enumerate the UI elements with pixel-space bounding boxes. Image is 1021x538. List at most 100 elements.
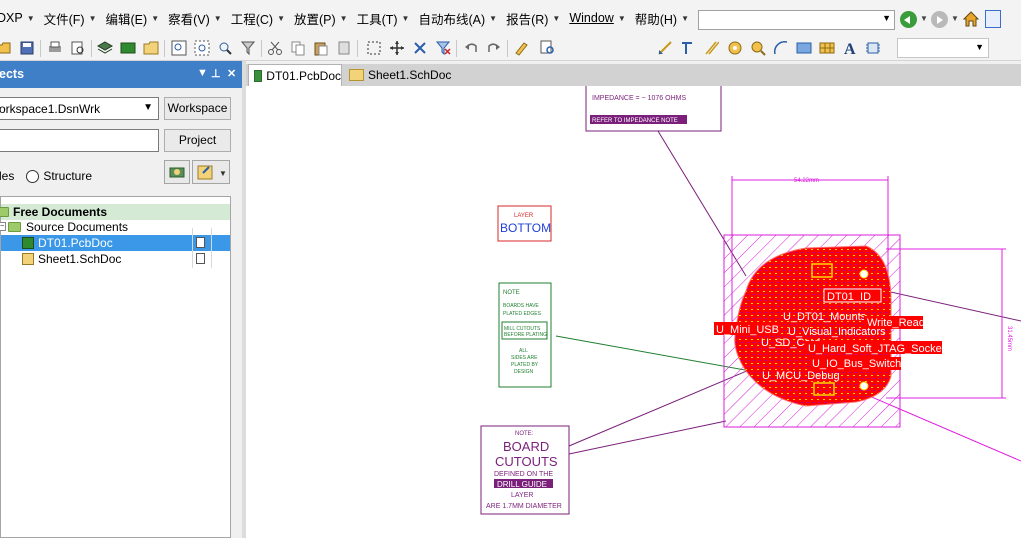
interactive-route-icon[interactable] xyxy=(657,40,673,56)
project-options-glyph xyxy=(169,167,185,178)
menu-dxp[interactable]: DXP ▼ xyxy=(0,11,40,25)
cutout-layer-label: LAYER xyxy=(511,492,533,499)
string-text-icon[interactable]: A xyxy=(842,40,858,56)
menu-tools[interactable]: 工具(T) ▼ xyxy=(357,9,415,28)
paste-icon[interactable] xyxy=(313,40,329,56)
menu-label: 工具(T) xyxy=(356,12,398,27)
home-icon[interactable] xyxy=(962,10,980,28)
component-label[interactable]: DT01_ID xyxy=(827,291,871,303)
panel-menu-icon[interactable]: ▼ xyxy=(197,67,208,79)
pad-icon[interactable] xyxy=(727,40,743,56)
pin-icon[interactable]: ⊥ xyxy=(211,67,221,80)
zoom-area-icon[interactable] xyxy=(194,40,210,56)
tab-sch[interactable]: Sheet1.SchDoc xyxy=(344,64,454,86)
menu-edit[interactable]: 编辑(E) ▼ xyxy=(106,9,165,28)
toolbar-combo[interactable]: ▼ xyxy=(897,38,989,58)
menu-label: 报告(R) xyxy=(506,12,549,27)
menu-dropdown-icon: ▼ xyxy=(151,13,160,23)
workspace-button[interactable]: Workspace xyxy=(164,97,231,120)
menu-dropdown-icon: ▼ xyxy=(489,13,498,23)
component-icon[interactable] xyxy=(865,40,881,56)
print-preview-icon[interactable] xyxy=(70,40,86,56)
menu-file[interactable]: 文件(F) ▼ xyxy=(44,9,102,28)
chevron-down-icon[interactable]: ▼ xyxy=(951,14,959,23)
menu-label: 帮助(H) xyxy=(634,12,678,27)
menu-label: 编辑(E) xyxy=(105,12,148,27)
forward-arrow-icon[interactable] xyxy=(931,11,948,28)
cutout-cutouts-label: CUTOUTS xyxy=(495,454,558,469)
menu-autoroute[interactable]: 自动布线(A) ▼ xyxy=(418,9,502,28)
open-document-icon[interactable]: ▼ xyxy=(192,160,230,184)
component-label[interactable]: U_Hard_Soft_JTAG_Socket xyxy=(808,343,945,355)
undo-icon[interactable] xyxy=(463,40,479,56)
chevron-down-icon: ▼ xyxy=(882,13,891,23)
note-line3: ALL xyxy=(519,348,528,354)
folder-icon[interactable] xyxy=(143,40,159,56)
menu-dropdown-icon: ▼ xyxy=(277,13,285,23)
clear-filter-icon[interactable] xyxy=(435,40,451,56)
dimension-top: 54.22mm xyxy=(794,178,819,184)
board-icon[interactable] xyxy=(120,40,136,56)
zoom-fit-icon[interactable] xyxy=(171,40,187,56)
cut-icon[interactable] xyxy=(267,40,283,56)
pcb-canvas[interactable]: IMPEDANCE = ~ 1076 OHMS REFER TO IMPEDAN… xyxy=(246,86,1021,538)
arc-icon[interactable] xyxy=(773,40,789,56)
back-arrow-icon[interactable] xyxy=(900,11,917,28)
chevron-down-icon[interactable]: ▼ xyxy=(920,14,928,23)
print-icon[interactable] xyxy=(47,40,63,56)
address-combo[interactable]: ▼ xyxy=(698,10,895,30)
close-icon[interactable]: ✕ xyxy=(227,67,236,80)
deselect-icon[interactable] xyxy=(412,40,428,56)
open-folder-icon[interactable] xyxy=(0,40,12,56)
menu-reports[interactable]: 报告(R) ▼ xyxy=(506,9,565,28)
project-field[interactable] xyxy=(0,129,159,152)
component-label[interactable]: U_MCU_Debug xyxy=(762,370,840,382)
differential-pair-icon[interactable] xyxy=(703,40,719,56)
menu-project[interactable]: 工程(C) ▼ xyxy=(231,9,290,28)
filter-icon[interactable] xyxy=(240,40,256,56)
toolbar-separator xyxy=(91,40,92,57)
cutout-defined-label: DEFINED ON THE xyxy=(494,471,553,478)
highlight-pen-icon[interactable] xyxy=(513,40,529,56)
route-multiple-icon[interactable] xyxy=(680,40,696,56)
panel-title: ects xyxy=(0,67,25,81)
tree-item-pcb[interactable]: DT01.PcbDoc xyxy=(1,235,230,251)
rubber-stamp-icon[interactable] xyxy=(336,40,352,56)
tree-item-sch[interactable]: Sheet1.SchDoc xyxy=(1,251,230,267)
collapse-icon[interactable]: − xyxy=(0,222,6,231)
layer-stack-icon[interactable] xyxy=(97,40,113,56)
menu-place[interactable]: 放置(P) ▼ xyxy=(294,9,353,28)
component-label[interactable]: U_IO_Bus_Switch xyxy=(812,358,901,370)
pcb-drawing[interactable]: IMPEDANCE = ~ 1076 OHMS REFER TO IMPEDAN… xyxy=(246,86,1021,538)
select-rect-icon[interactable] xyxy=(366,40,382,56)
layer-label: LAYER xyxy=(514,213,534,219)
browse-component-icon[interactable] xyxy=(540,40,556,56)
component-label[interactable]: U_Mini_USB xyxy=(716,324,779,336)
menu-view[interactable]: 察看(V) ▼ xyxy=(168,9,227,28)
project-options-icon[interactable] xyxy=(164,160,190,184)
structure-radio[interactable] xyxy=(26,169,40,183)
save-icon[interactable] xyxy=(19,40,35,56)
component-label[interactable]: U_DT01_Mounts xyxy=(783,311,867,323)
tree-group-free-documents[interactable]: Free Documents xyxy=(0,204,230,220)
zoom-select-icon[interactable] xyxy=(217,40,233,56)
menu-dropdown-icon: ▼ xyxy=(681,13,690,23)
menu-dropdown-icon: ▼ xyxy=(339,13,348,23)
refresh-icon[interactable] xyxy=(985,10,1001,28)
move-icon[interactable] xyxy=(389,40,405,56)
menu-window[interactable]: Window ▼ xyxy=(569,11,630,25)
folder-icon xyxy=(8,222,21,232)
impedance-note-box[interactable] xyxy=(585,86,722,132)
menu-label: 察看(V) xyxy=(168,12,210,27)
copy-icon[interactable] xyxy=(290,40,306,56)
workspace-combo[interactable]: orkspace1.DsnWrk ▼ xyxy=(0,97,159,120)
tree-group-source-documents[interactable]: − Source Documents xyxy=(0,219,230,235)
tab-pcb[interactable]: DT01.PcbDoc xyxy=(248,64,342,86)
via-icon[interactable] xyxy=(750,40,766,56)
fill-icon[interactable] xyxy=(796,40,812,56)
menu-help[interactable]: 帮助(H) ▼ xyxy=(635,9,694,28)
redo-icon[interactable] xyxy=(486,40,502,56)
svg-text:▼: ▼ xyxy=(219,169,227,178)
polygon-pour-icon[interactable] xyxy=(819,40,835,56)
project-button[interactable]: Project xyxy=(164,129,231,152)
